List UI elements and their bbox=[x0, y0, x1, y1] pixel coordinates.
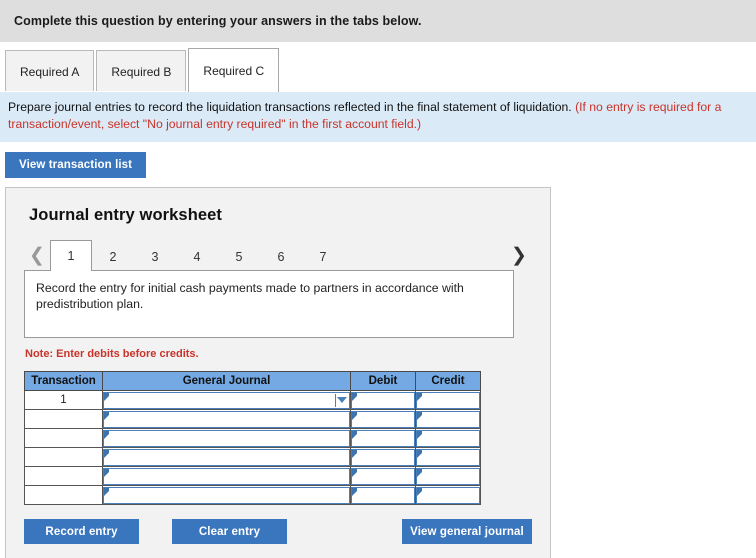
row-5-credit-input[interactable] bbox=[416, 467, 480, 485]
tab-required-c[interactable]: Required C bbox=[188, 48, 280, 92]
worksheet-action-bar: Record entry Clear entry View general jo… bbox=[24, 519, 532, 544]
worksheet-page-6-label: 6 bbox=[277, 249, 285, 264]
clear-entry-button[interactable]: Clear entry bbox=[172, 519, 287, 544]
row-6-debit-input[interactable] bbox=[351, 486, 415, 504]
row-1-general-journal-cell[interactable] bbox=[102, 390, 351, 410]
requirement-tab-strip: Required A Required B Required C bbox=[0, 42, 756, 92]
row-2-account-input[interactable] bbox=[103, 410, 350, 428]
view-transaction-list-button[interactable]: View transaction list bbox=[5, 152, 147, 178]
row-6-credit-input[interactable] bbox=[416, 486, 480, 504]
column-header-credit: Credit bbox=[415, 371, 481, 391]
worksheet-page-7[interactable]: 7 bbox=[302, 241, 344, 271]
record-entry-button[interactable]: Record entry bbox=[24, 519, 139, 544]
chevron-down-icon[interactable] bbox=[337, 397, 347, 403]
row-3-general-journal-cell[interactable] bbox=[102, 428, 351, 448]
row-5-debit-cell[interactable] bbox=[350, 466, 416, 486]
row-1-transaction-number: 1 bbox=[24, 390, 103, 410]
row-5-credit-cell[interactable] bbox=[415, 466, 481, 486]
row-3-account-input[interactable] bbox=[103, 429, 350, 447]
row-4-debit-input[interactable] bbox=[351, 448, 415, 466]
row-2-credit-input[interactable] bbox=[416, 410, 480, 428]
worksheet-pager: ❮ 1 2 3 4 5 6 7 ❯ bbox=[24, 239, 532, 271]
tab-required-b-label: Required B bbox=[111, 64, 172, 79]
chevron-right-icon[interactable]: ❯ bbox=[506, 239, 532, 271]
debits-before-credits-note: Note: Enter debits before credits. bbox=[25, 348, 199, 360]
row-4-general-journal-cell[interactable] bbox=[102, 447, 351, 467]
row-3-debit-cell[interactable] bbox=[350, 428, 416, 448]
table-row bbox=[24, 409, 481, 429]
column-header-general-journal: General Journal bbox=[102, 371, 351, 391]
tab-required-a[interactable]: Required A bbox=[5, 50, 95, 92]
row-5-debit-input[interactable] bbox=[351, 467, 415, 485]
worksheet-title: Journal entry worksheet bbox=[29, 206, 223, 224]
row-4-account-input[interactable] bbox=[103, 448, 350, 466]
worksheet-page-1[interactable]: 1 bbox=[50, 240, 92, 271]
row-1-dropdown-separator bbox=[335, 393, 336, 407]
worksheet-page-1-label: 1 bbox=[67, 249, 75, 263]
worksheet-page-5[interactable]: 5 bbox=[218, 241, 260, 271]
question-instruction-bar: Complete this question by entering your … bbox=[0, 0, 756, 42]
worksheet-page-7-label: 7 bbox=[319, 249, 327, 264]
row-1-credit-input[interactable] bbox=[416, 391, 480, 409]
column-header-debit: Debit bbox=[350, 371, 416, 391]
row-3-credit-cell[interactable] bbox=[415, 428, 481, 448]
row-5-account-input[interactable] bbox=[103, 467, 350, 485]
row-5-transaction-number bbox=[24, 466, 103, 486]
row-6-transaction-number bbox=[24, 485, 103, 505]
row-5-general-journal-cell[interactable] bbox=[102, 466, 351, 486]
table-header-row: Transaction General Journal Debit Credit bbox=[24, 371, 481, 391]
worksheet-page-5-label: 5 bbox=[235, 249, 243, 264]
row-2-credit-cell[interactable] bbox=[415, 409, 481, 429]
worksheet-page-3[interactable]: 3 bbox=[134, 241, 176, 271]
tab-required-a-label: Required A bbox=[20, 64, 80, 79]
row-6-credit-cell[interactable] bbox=[415, 485, 481, 505]
transaction-list-toolbar: View transaction list bbox=[0, 142, 756, 187]
row-1-account-select[interactable] bbox=[103, 391, 350, 409]
worksheet-page-4[interactable]: 4 bbox=[176, 241, 218, 271]
requirement-main-text: Prepare journal entries to record the li… bbox=[8, 100, 572, 114]
worksheet-page-4-label: 4 bbox=[193, 249, 201, 264]
table-row bbox=[24, 428, 481, 448]
worksheet-page-3-label: 3 bbox=[151, 249, 159, 264]
row-2-debit-input[interactable] bbox=[351, 410, 415, 428]
view-general-journal-button[interactable]: View general journal bbox=[402, 519, 532, 544]
entry-description-box: Record the entry for initial cash paymen… bbox=[24, 270, 514, 338]
row-3-debit-input[interactable] bbox=[351, 429, 415, 447]
worksheet-page-2-label: 2 bbox=[109, 249, 117, 264]
row-2-transaction-number bbox=[24, 409, 103, 429]
row-3-credit-input[interactable] bbox=[416, 429, 480, 447]
table-row bbox=[24, 447, 481, 467]
row-4-debit-cell[interactable] bbox=[350, 447, 416, 467]
tab-required-b[interactable]: Required B bbox=[96, 50, 187, 92]
requirement-description: Prepare journal entries to record the li… bbox=[0, 92, 756, 142]
journal-entry-table: Transaction General Journal Debit Credit… bbox=[24, 371, 481, 505]
row-4-credit-input[interactable] bbox=[416, 448, 480, 466]
row-4-transaction-number bbox=[24, 447, 103, 467]
table-row: 1 bbox=[24, 390, 481, 410]
worksheet-page-6[interactable]: 6 bbox=[260, 241, 302, 271]
entry-description-text: Record the entry for initial cash paymen… bbox=[36, 281, 464, 311]
row-6-account-input[interactable] bbox=[103, 486, 350, 504]
tab-required-c-label: Required C bbox=[203, 63, 265, 78]
question-instruction-text: Complete this question by entering your … bbox=[14, 14, 422, 28]
row-6-debit-cell[interactable] bbox=[350, 485, 416, 505]
journal-entry-worksheet-panel: Journal entry worksheet ❮ 1 2 3 4 5 6 7 … bbox=[5, 187, 551, 558]
column-header-transaction: Transaction bbox=[24, 371, 103, 391]
table-row bbox=[24, 485, 481, 505]
row-2-general-journal-cell[interactable] bbox=[102, 409, 351, 429]
row-1-debit-cell[interactable] bbox=[350, 390, 416, 410]
table-row bbox=[24, 466, 481, 486]
row-1-debit-input[interactable] bbox=[351, 391, 415, 409]
row-1-credit-cell[interactable] bbox=[415, 390, 481, 410]
worksheet-page-2[interactable]: 2 bbox=[92, 241, 134, 271]
row-4-credit-cell[interactable] bbox=[415, 447, 481, 467]
row-3-transaction-number bbox=[24, 428, 103, 448]
row-6-general-journal-cell[interactable] bbox=[102, 485, 351, 505]
chevron-left-icon[interactable]: ❮ bbox=[24, 239, 50, 271]
row-2-debit-cell[interactable] bbox=[350, 409, 416, 429]
